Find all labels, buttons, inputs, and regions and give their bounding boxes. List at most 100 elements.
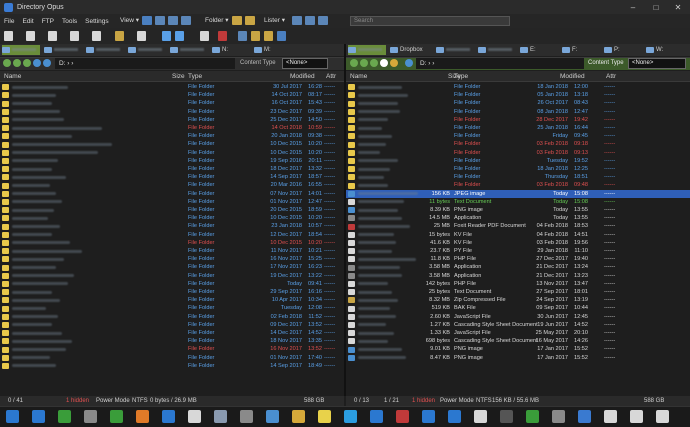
delete-icon[interactable] [92, 31, 101, 41]
table-row[interactable]: File Folder 18 Dec 2017 13:32 ------ [0, 165, 344, 173]
left-col-modified[interactable]: Modified [290, 73, 315, 80]
move-icon[interactable] [48, 31, 57, 41]
table-row[interactable]: 8.32 MB Zip Compressed File 24 Sep 2017 13:… [346, 296, 690, 304]
left-drive-button[interactable] [86, 45, 120, 55]
minimize-button[interactable]: – [622, 0, 644, 14]
table-row[interactable]: File Folder Tuesday 12:08 ------ [0, 304, 344, 312]
left-col-attr[interactable]: Attr [326, 73, 336, 80]
table-row[interactable]: 142 bytes PHP File 13 Nov 2017 13:47 ------ [346, 280, 690, 288]
network-icon[interactable] [604, 410, 617, 423]
chrome-icon[interactable] [58, 410, 71, 423]
right-forward-icon[interactable] [360, 59, 368, 67]
menu-file[interactable]: File [0, 18, 18, 25]
new-folder-icon[interactable] [115, 31, 124, 41]
printer-icon[interactable] [218, 31, 227, 41]
view-details-icon[interactable] [181, 16, 191, 25]
photoshop-icon[interactable] [422, 410, 435, 423]
folder-menu[interactable]: Folder ▾ [205, 16, 229, 24]
table-row[interactable]: File Folder 19 Sep 2016 20:11 ------ [0, 157, 344, 165]
table-row[interactable]: File Folder 16 Nov 2017 15:25 ------ [0, 255, 344, 263]
table-row[interactable]: 519 KB BAK File 09 Sep 2017 10:44 ------ [346, 304, 690, 312]
copy-icon[interactable] [26, 31, 35, 41]
lister-dual-icon[interactable] [305, 16, 315, 25]
select-none-icon[interactable] [175, 31, 184, 41]
refresh-icon[interactable] [33, 59, 41, 67]
table-row[interactable]: File Folder 18 Jan 2018 12:25 ------ [346, 165, 690, 173]
left-filter-select[interactable]: <None> [282, 58, 328, 69]
skype-icon[interactable] [344, 410, 357, 423]
table-row[interactable]: File Folder Tuesday 19:52 ------ [346, 157, 690, 165]
explorer-icon[interactable] [32, 410, 45, 423]
settings-icon[interactable] [240, 410, 253, 423]
table-row[interactable]: File Folder 17 Nov 2017 16:23 ------ [0, 263, 344, 271]
right-drive-button[interactable]: W: [646, 45, 663, 55]
table-row[interactable]: File Folder 29 Sep 2017 16:16 ------ [0, 288, 344, 296]
table-row[interactable]: File Folder Thursday 18:51 ------ [346, 173, 690, 181]
grid-icon[interactable] [370, 410, 383, 423]
down-icon[interactable] [43, 59, 51, 67]
table-row[interactable]: 11 bytes Text Document Today 15:08 ------ [346, 198, 690, 206]
right-col-attr[interactable]: Attr [606, 73, 616, 80]
table-row[interactable]: File Folder 19 Dec 2017 13:22 ------ [0, 272, 344, 280]
archive-icon[interactable] [238, 31, 247, 41]
table-row[interactable]: 8.39 KB PNG image Today 13:55 ------ [346, 206, 690, 214]
table-row[interactable]: File Folder 14 Sep 2017 18:49 ------ [0, 362, 344, 370]
view-large-icons-icon[interactable] [142, 16, 152, 25]
table-row[interactable]: File Folder Friday 09:45 ------ [346, 132, 690, 140]
table-row[interactable]: File Folder 01 Nov 2017 12:47 ------ [0, 198, 344, 206]
blank-icon[interactable] [500, 410, 513, 423]
left-drive-button[interactable]: N: [212, 45, 228, 55]
add-icon[interactable] [110, 410, 123, 423]
right-drive-button[interactable] [436, 45, 470, 55]
right-path-field[interactable]: D: › › [416, 58, 584, 69]
menu-tools[interactable]: Tools [58, 18, 81, 25]
right-down-icon[interactable] [405, 59, 413, 67]
firefox-icon[interactable] [136, 410, 149, 423]
table-row[interactable]: File Folder 18 Jan 2018 12:00 ------ [346, 83, 690, 91]
left-drive-button[interactable] [44, 45, 78, 55]
right-drive-button[interactable]: Dropbox [390, 45, 423, 55]
left-drive-button[interactable] [2, 45, 40, 55]
table-row[interactable]: File Folder 14 Sep 2017 18:57 ------ [0, 173, 344, 181]
left-col-type[interactable]: Type [188, 73, 202, 80]
table-row[interactable]: 156 KB JPEG image Today 15:08 ------ [346, 189, 690, 198]
rename-icon[interactable] [70, 31, 79, 41]
right-drive-button[interactable]: F: [562, 45, 577, 55]
table-row[interactable]: File Folder 18 Nov 2017 13:35 ------ [0, 337, 344, 345]
menu-settings[interactable]: Settings [81, 18, 113, 25]
tree-icon[interactable] [526, 410, 539, 423]
table-row[interactable]: 25 MB Foxit Reader PDF Document 04 Feb 201… [346, 222, 690, 230]
table-row[interactable]: File Folder 14 Oct 2018 10:59 ------ [0, 124, 344, 132]
table-row[interactable]: File Folder 10 Apr 2017 10:34 ------ [0, 296, 344, 304]
table-row[interactable]: File Folder 09 Dec 2017 13:52 ------ [0, 321, 344, 329]
table-row[interactable]: File Folder 25 Jan 2018 16:44 ------ [346, 124, 690, 132]
right-col-modified[interactable]: Modified [560, 73, 585, 80]
table-row[interactable]: 8.47 KB PNG image 17 Jan 2017 15:52 ------ [346, 354, 690, 362]
image-tool-icon[interactable] [200, 31, 209, 41]
close-button[interactable]: ✕ [667, 0, 689, 14]
table-row[interactable]: File Folder 16 Oct 2017 15:43 ------ [0, 99, 344, 107]
bird-icon[interactable] [474, 410, 487, 423]
left-drive-button[interactable]: M: [254, 45, 271, 55]
table-row[interactable]: File Folder 23 Jan 2018 10:57 ------ [0, 222, 344, 230]
lister-menu[interactable]: Lister ▾ [264, 16, 285, 24]
table-row[interactable]: 3.58 MB Application 21 Dec 2017 13:23 ------ [346, 272, 690, 280]
right-drive-button[interactable]: P: [604, 45, 620, 55]
table-row[interactable]: 9.01 KB PNG image 17 Jan 2017 15:52 ------ [346, 345, 690, 353]
table-row[interactable]: File Folder 20 Mar 2016 16:55 ------ [0, 181, 344, 189]
menu-ftp[interactable]: FTP [38, 18, 58, 25]
table-row[interactable]: File Folder 01 Nov 2017 17:40 ------ [0, 354, 344, 362]
dots-icon[interactable] [396, 410, 409, 423]
properties-icon[interactable] [137, 31, 146, 41]
right-drive-button[interactable] [348, 45, 386, 55]
search-input[interactable]: Search [350, 16, 510, 26]
select-all-icon[interactable] [162, 31, 171, 41]
table-row[interactable]: File Folder 10 Dec 2015 10:20 ------ [0, 239, 344, 247]
folder-tree-icon[interactable] [245, 16, 255, 25]
table-row[interactable]: File Folder 25 Dec 2017 14:50 ------ [0, 116, 344, 124]
right-up-icon[interactable] [370, 59, 378, 67]
table-row[interactable]: File Folder 11 Nov 2017 10:21 ------ [0, 247, 344, 255]
table-row[interactable]: File Folder 16 Nov 2017 13:52 ------ [0, 345, 344, 353]
folder-new-tab-icon[interactable] [264, 31, 273, 41]
new-file-icon[interactable] [4, 31, 13, 41]
